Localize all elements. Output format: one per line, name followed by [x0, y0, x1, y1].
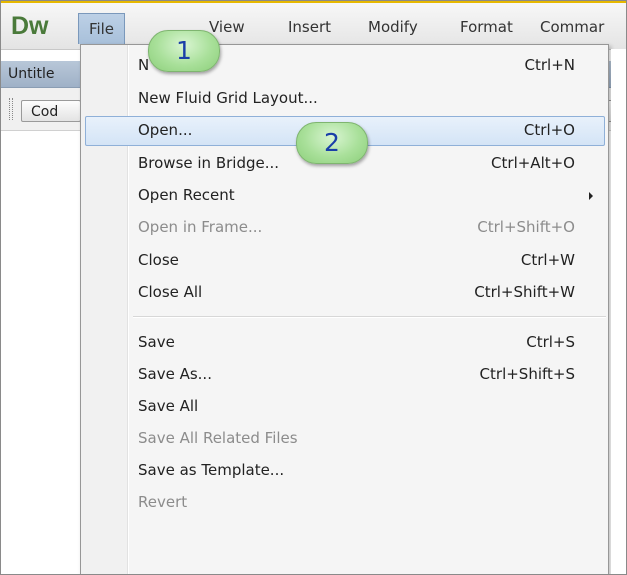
menu-item-label: Open in Frame... [138, 218, 263, 236]
menu-file[interactable]: File [78, 13, 125, 44]
menu-item-close[interactable]: Close Ctrl+W [81, 245, 608, 276]
menu-modify[interactable]: Modify [368, 15, 418, 39]
menu-item-close-all[interactable]: Close All Ctrl+Shift+W [81, 277, 608, 308]
menu-item-save-all[interactable]: Save All [81, 391, 608, 422]
submenu-arrow-icon [589, 192, 593, 200]
menu-item-label: Open... [138, 121, 193, 139]
menu-item-shortcut: Ctrl+N [524, 56, 575, 74]
menu-item-new-fluid-grid-layout[interactable]: New Fluid Grid Layout... [81, 83, 608, 114]
dreamweaver-logo: Dw [11, 12, 49, 40]
menu-item-shortcut: Ctrl+S [526, 333, 575, 351]
code-view-button[interactable]: Cod [21, 100, 81, 122]
menu-insert[interactable]: Insert [288, 15, 331, 39]
menu-item-label: Save [138, 333, 175, 351]
menu-item-open-recent[interactable]: Open Recent [81, 180, 608, 211]
menu-item-save-all-related-files: Save All Related Files [81, 423, 608, 454]
toolbar-grip[interactable] [9, 98, 13, 120]
menu-item-label: Save All [138, 397, 199, 415]
step-callout-1: 1 [148, 30, 220, 72]
menu-item-save-as[interactable]: Save As... Ctrl+Shift+S [81, 359, 608, 390]
menu-item-label: New Fluid Grid Layout... [138, 89, 318, 107]
document-tab[interactable]: Untitle [8, 61, 55, 87]
menu-item-revert: Revert [81, 487, 608, 518]
menu-item-save[interactable]: Save Ctrl+S [81, 327, 608, 358]
right-edge [611, 49, 626, 574]
app-window: Dw File View Insert Modify Format Commar… [0, 0, 627, 575]
menu-item-label: Close [138, 251, 179, 269]
menu-format[interactable]: Format [460, 15, 513, 39]
menu-item-shortcut: Ctrl+Alt+O [491, 154, 575, 172]
menu-item-shortcut: Ctrl+Shift+W [474, 283, 575, 301]
menu-bar: Dw File View Insert Modify Format Commar [1, 3, 626, 50]
menu-item-label: Browse in Bridge... [138, 154, 280, 172]
menu-item-label: Close All [138, 283, 203, 301]
menu-item-save-as-template[interactable]: Save as Template... [81, 455, 608, 486]
menu-item-label: Save As... [138, 365, 212, 383]
menu-separator [133, 316, 606, 318]
menu-item-label: Save as Template... [138, 461, 285, 479]
menu-commands[interactable]: Commar [540, 15, 604, 39]
menu-item-shortcut: Ctrl+Shift+S [479, 365, 575, 383]
menu-item-shortcut: Ctrl+O [523, 121, 575, 139]
menu-item-shortcut: Ctrl+W [520, 251, 575, 269]
menu-item-label: Open Recent [138, 186, 235, 204]
menu-item-label: Save All Related Files [138, 429, 298, 447]
step-callout-2: 2 [296, 122, 368, 164]
menu-item-shortcut: Ctrl+Shift+O [477, 218, 575, 236]
menu-item-label: Revert [138, 493, 188, 511]
menu-item-open-in-frame: Open in Frame... Ctrl+Shift+O [81, 212, 608, 243]
